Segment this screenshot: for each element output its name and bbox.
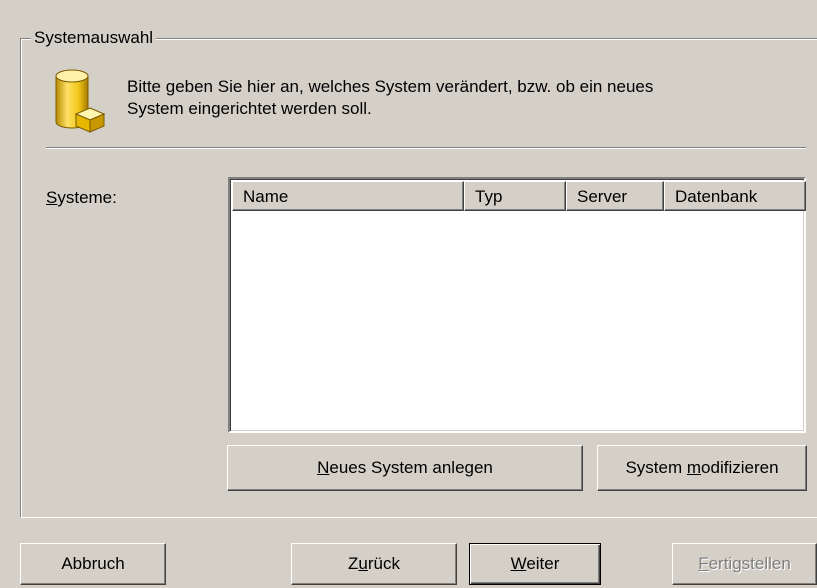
separator [46, 147, 806, 149]
cancel-button[interactable]: Abbruch [20, 543, 166, 585]
back-label-prefix: Z [348, 554, 359, 573]
back-accelerator: u [358, 554, 368, 573]
listview-header: Name Typ Server Datenbank [232, 181, 806, 211]
groupbox-title: Systemauswahl [31, 28, 157, 48]
systems-listview[interactable]: Name Typ Server Datenbank [228, 177, 806, 433]
next-label-rest: eiter [526, 554, 560, 573]
new-system-label: eues System anlegen [329, 458, 493, 477]
modify-system-button[interactable]: System modifizieren [597, 445, 807, 491]
column-header-name[interactable]: Name [232, 181, 464, 211]
next-button[interactable]: Weiter [469, 543, 601, 585]
back-label-rest: rück [367, 554, 400, 573]
instruction-line-2: System eingerichtet werden soll. [127, 99, 372, 118]
finish-accelerator: F [698, 554, 709, 573]
systems-label: Systeme: [46, 188, 117, 208]
modify-system-label-rest: odifizieren [701, 458, 779, 477]
instruction-text: Bitte geben Sie hier an, welches System … [127, 76, 817, 120]
column-header-server[interactable]: Server [566, 181, 664, 211]
next-accelerator: W [510, 554, 527, 573]
modify-system-label-prefix: System [625, 458, 687, 477]
column-header-typ[interactable]: Typ [464, 181, 566, 211]
new-system-accelerator: N [317, 458, 330, 477]
systems-label-accelerator: S [46, 188, 58, 207]
modify-system-accelerator: m [686, 458, 702, 477]
new-system-button[interactable]: Neues System anlegen [227, 445, 583, 491]
column-header-datenbank[interactable]: Datenbank [664, 181, 806, 211]
back-button[interactable]: Zurück [291, 543, 457, 585]
systems-label-rest: ysteme: [57, 188, 117, 207]
database-icon [55, 69, 106, 133]
finish-label-rest: ertigstellen [708, 554, 791, 573]
finish-button[interactable]: Fertigstellen [672, 543, 817, 585]
instruction-line-1: Bitte geben Sie hier an, welches System … [127, 77, 654, 96]
